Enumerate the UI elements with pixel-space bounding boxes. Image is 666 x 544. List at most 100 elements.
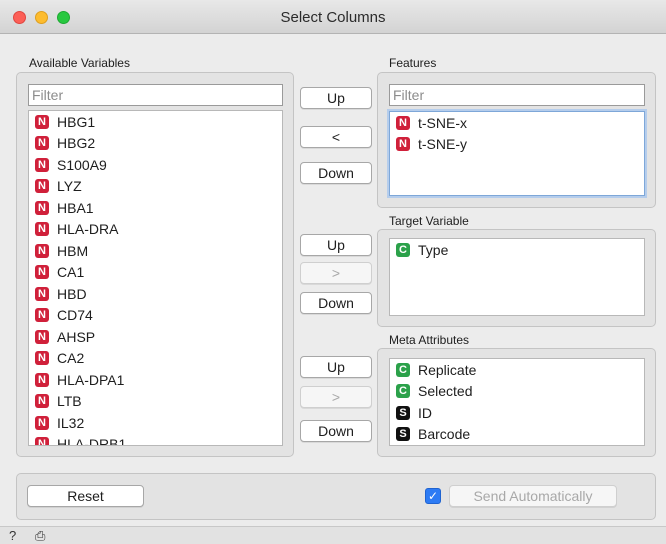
- available-list-item[interactable]: N LYZ: [29, 176, 282, 198]
- available-list-item[interactable]: N S100A9: [29, 154, 282, 176]
- features-filter-input[interactable]: [389, 84, 645, 106]
- available-list-item[interactable]: N HBG1: [29, 111, 282, 133]
- target-down-button[interactable]: Down: [300, 292, 372, 314]
- variable-name: CA1: [57, 264, 85, 281]
- variable-type-icon: N: [35, 329, 49, 344]
- meta-list-item[interactable]: C Selected: [390, 381, 644, 403]
- meta-up-button[interactable]: Up: [300, 356, 372, 378]
- variable-name: AHSP: [57, 328, 96, 345]
- variable-type-icon: N: [35, 200, 49, 215]
- variable-name: Selected: [418, 383, 473, 400]
- variable-type-icon: N: [35, 114, 49, 129]
- variable-type-icon: N: [396, 115, 410, 130]
- variable-name: Barcode: [418, 426, 471, 443]
- available-list-item[interactable]: N CA1: [29, 262, 282, 284]
- available-list-item[interactable]: N HLA-DRA: [29, 219, 282, 241]
- features-list-item[interactable]: Nt-SNE-y: [390, 134, 644, 156]
- variable-name: ID: [418, 404, 432, 421]
- available-variables-label: Available Variables: [29, 56, 130, 70]
- help-icon[interactable]: ?: [9, 528, 16, 543]
- send-automatically-button[interactable]: Send Automatically: [449, 485, 617, 507]
- variable-type-icon: S: [396, 405, 410, 420]
- variable-name: CD74: [57, 307, 93, 324]
- variable-type-icon: N: [35, 286, 49, 301]
- variable-type-icon: N: [35, 437, 49, 445]
- available-list-item[interactable]: N CA2: [29, 348, 282, 370]
- target-variable-list[interactable]: C Type: [389, 238, 645, 316]
- meta-attributes-group: C Replicate C Selected S ID S Barcode: [377, 348, 656, 457]
- available-list-item[interactable]: N HBA1: [29, 197, 282, 219]
- select-columns-window: Select Columns Available Variables N HBG1…: [0, 0, 666, 544]
- variable-name: HLA-DPA1: [57, 371, 125, 388]
- meta-attributes-list[interactable]: C Replicate C Selected S ID S Barcode: [389, 358, 645, 446]
- available-list-item[interactable]: N HBM: [29, 240, 282, 262]
- variable-type-icon: N: [35, 415, 49, 430]
- variable-type-icon: S: [396, 427, 410, 442]
- variable-name: CA2: [57, 350, 85, 367]
- move-to-meta-button[interactable]: >: [300, 386, 372, 408]
- variable-type-icon: N: [35, 157, 49, 172]
- variable-type-icon: N: [35, 372, 49, 387]
- features-down-button[interactable]: Down: [300, 162, 372, 184]
- variable-type-icon: N: [396, 137, 410, 152]
- move-to-target-button[interactable]: >: [300, 262, 372, 284]
- available-list-item[interactable]: N HLA-DRB1: [29, 434, 282, 446]
- variable-name: HBG1: [57, 113, 96, 130]
- variable-name: HBG2: [57, 135, 96, 152]
- available-list-item[interactable]: N IL32: [29, 412, 282, 434]
- features-list[interactable]: Nt-SNE-x Nt-SNE-y: [389, 111, 645, 196]
- available-list-item[interactable]: N HBD: [29, 283, 282, 305]
- variable-name: Replicate: [418, 361, 477, 378]
- variable-type-icon: N: [35, 265, 49, 280]
- variable-name: HBM: [57, 242, 89, 259]
- variable-type-icon: C: [396, 362, 410, 377]
- variable-name: HBD: [57, 285, 87, 302]
- target-up-button[interactable]: Up: [300, 234, 372, 256]
- available-list-item[interactable]: N CD74: [29, 305, 282, 327]
- available-variables-list[interactable]: N HBG1 N HBG2 N S100A9 N LYZ N HBA1 N HLA-DRA N HBM N C…: [28, 110, 283, 446]
- features-label: Features: [389, 56, 437, 70]
- variable-name: HLA-DRA: [57, 221, 119, 238]
- meta-list-item[interactable]: C Replicate: [390, 359, 644, 381]
- available-filter-input[interactable]: [28, 84, 283, 106]
- report-icon[interactable]: ⎙: [35, 528, 45, 544]
- variable-name: IL32: [57, 414, 85, 431]
- target-variable-group: C Type: [377, 229, 656, 327]
- available-list-item[interactable]: N LTB: [29, 391, 282, 413]
- variable-type-icon: N: [35, 308, 49, 323]
- variable-type-icon: N: [35, 222, 49, 237]
- variable-name: HBA1: [57, 199, 94, 216]
- meta-list-item[interactable]: S ID: [390, 402, 644, 424]
- reset-button[interactable]: Reset: [27, 485, 144, 507]
- available-list-item[interactable]: N HBG2: [29, 133, 282, 155]
- variable-name: t-SNE-x: [418, 114, 467, 131]
- checkmark-icon: ✓: [427, 489, 439, 503]
- target-variable-label: Target Variable: [389, 214, 469, 228]
- move-to-available-button[interactable]: <: [300, 126, 372, 148]
- variable-type-icon: N: [35, 351, 49, 366]
- variable-name: t-SNE-y: [418, 136, 467, 153]
- variable-type-icon: C: [396, 242, 410, 257]
- variable-type-icon: C: [396, 384, 410, 399]
- variable-name: Type: [418, 241, 449, 258]
- meta-list-item[interactable]: S Barcode: [390, 424, 644, 446]
- variable-type-icon: N: [35, 136, 49, 151]
- available-list-item[interactable]: N HLA-DPA1: [29, 369, 282, 391]
- variable-type-icon: N: [35, 179, 49, 194]
- variable-name: HLA-DRB1: [57, 436, 127, 446]
- features-list-item[interactable]: Nt-SNE-x: [390, 112, 644, 134]
- meta-down-button[interactable]: Down: [300, 420, 372, 442]
- available-variables-group: NHBG1NHBG2NS100A9NLYZNHBA1NHLA-DRANHBMNC…: [16, 72, 294, 457]
- title-bar: Select Columns: [0, 0, 666, 34]
- variable-type-icon: N: [35, 394, 49, 409]
- features-group: Nt-SNE-xNt-SNE-y: [377, 72, 656, 208]
- commit-group: Reset ✓ Send Automatically: [16, 473, 656, 520]
- window-title: Select Columns: [280, 9, 386, 26]
- features-up-button[interactable]: Up: [300, 87, 372, 109]
- variable-name: S100A9: [57, 156, 107, 173]
- available-list-item[interactable]: N AHSP: [29, 326, 282, 348]
- target-list-item[interactable]: C Type: [390, 239, 644, 261]
- meta-attributes-label: Meta Attributes: [389, 333, 470, 347]
- send-automatically-checkbox[interactable]: ✓: [425, 488, 441, 504]
- status-bar: ? ⎙: [0, 526, 666, 544]
